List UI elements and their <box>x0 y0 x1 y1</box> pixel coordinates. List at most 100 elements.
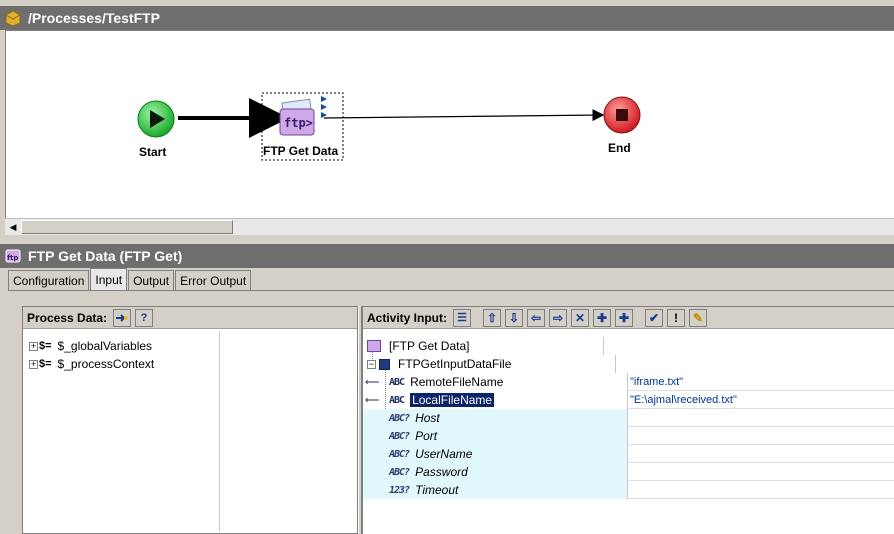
input-row-user-name[interactable]: ABC? UserName <box>363 445 627 463</box>
ftp-node-label[interactable]: FTP Get Data <box>263 144 338 158</box>
input-row-password[interactable]: ABC? Password <box>363 463 627 481</box>
tree-group-row[interactable]: − FTPGetInputDataFile <box>363 355 894 373</box>
input-row-timeout[interactable]: 123? Timeout <box>363 481 627 499</box>
tree-root-label: [FTP Get Data] <box>389 339 470 353</box>
map-variable-button[interactable] <box>113 308 132 327</box>
field-value-port[interactable] <box>627 427 894 445</box>
add-child-button[interactable]: ✚ <box>615 308 633 327</box>
input-row-local-file-name[interactable]: ⟵ ABC LocalFileName "E:\ajmal\received.t… <box>363 391 894 409</box>
field-name: RemoteFileName <box>410 375 504 389</box>
move-right-button[interactable]: ⇨ <box>549 308 567 327</box>
field-name: UserName <box>415 447 473 461</box>
field-name: Password <box>415 465 468 479</box>
field-value-remote-file-name[interactable]: "iframe.txt" <box>627 373 894 391</box>
root-value-cell <box>603 337 871 355</box>
start-node-icon <box>137 100 175 138</box>
host-value-row <box>627 409 894 427</box>
start-node-label[interactable]: Start <box>139 145 166 159</box>
move-left-button[interactable]: ⇦ <box>527 308 545 327</box>
expand-icon[interactable]: + <box>29 359 38 369</box>
group-icon <box>379 358 390 370</box>
tab-error-output[interactable]: Error Output <box>175 270 252 290</box>
string-type-icon: ABC <box>389 376 405 388</box>
arrow-left-icon: ⇦ <box>530 310 542 325</box>
collapse-icon[interactable]: − <box>367 359 376 369</box>
password-value-row <box>627 463 894 481</box>
process-diagram: ftp> <box>137 92 641 161</box>
field-name-selected: LocalFileName <box>410 393 495 407</box>
help-button[interactable]: ? <box>135 308 154 327</box>
field-value-timeout[interactable] <box>627 481 894 499</box>
mapping-arrow-icon: ⟵ <box>365 394 380 406</box>
pencil-icon: ✎ <box>692 310 704 325</box>
activity-tabs: Configuration Input Output Error Output <box>8 268 252 290</box>
add-button[interactable]: ✚ <box>593 308 611 327</box>
tree-item-process-context[interactable]: + $= $_processContext <box>29 356 154 372</box>
scrollbar-thumb[interactable] <box>21 220 233 234</box>
exclamation-icon: ! <box>674 310 678 325</box>
field-value-user-name[interactable] <box>627 445 894 463</box>
show-errors-button[interactable]: ! <box>667 308 685 327</box>
end-node-icon <box>603 96 641 134</box>
input-row-remote-file-name[interactable]: ⟵ ABC RemoteFileName "iframe.txt" <box>363 373 894 391</box>
user-name-value-row <box>627 445 894 463</box>
ftp-badge-text: ftp> <box>284 116 313 130</box>
tree-item-label: $_processContext <box>57 357 155 371</box>
validate-button[interactable]: ✔ <box>645 308 663 327</box>
port-value-row <box>627 427 894 445</box>
process-data-header: Process Data: ? <box>23 307 357 329</box>
checkmark-icon: ✔ <box>648 310 660 325</box>
question-icon: ? <box>140 311 148 324</box>
input-row-host[interactable]: ABC? Host <box>363 409 627 427</box>
ftp-node-ports-icon <box>321 96 327 118</box>
scroll-left-icon[interactable]: ◀ <box>7 221 19 233</box>
optional-string-type-icon: ABC? <box>389 430 410 442</box>
process-title: /Processes/TestFTP <box>28 10 161 26</box>
timeout-value-row <box>627 481 894 499</box>
field-value-password[interactable] <box>627 463 894 481</box>
list-icon: ☰ <box>457 312 467 324</box>
optional-integer-type-icon: 123? <box>389 484 410 496</box>
move-down-button[interactable]: ⇩ <box>505 308 523 327</box>
tab-output[interactable]: Output <box>128 270 175 290</box>
optional-string-type-icon: ABC? <box>389 448 410 460</box>
variable-icon: $= <box>39 340 52 352</box>
arrow-map-icon <box>116 313 129 322</box>
field-name: Timeout <box>415 483 459 497</box>
string-type-icon: ABC <box>389 394 405 406</box>
tree-item-global-variables[interactable]: + $= $_globalVariables <box>29 338 152 354</box>
input-row-port[interactable]: ABC? Port <box>363 427 627 445</box>
end-node-label[interactable]: End <box>608 141 631 155</box>
transition-ftp-to-end <box>323 109 605 122</box>
expand-icon[interactable]: + <box>29 341 38 351</box>
show-view-button[interactable]: ☰ <box>453 308 471 327</box>
delete-button[interactable]: ✕ <box>571 308 589 327</box>
tree-root-row[interactable]: [FTP Get Data] <box>363 337 894 355</box>
optional-string-type-icon: ABC? <box>389 412 410 424</box>
process-title-bar: /Processes/TestFTP <box>0 6 894 30</box>
field-name: Port <box>415 429 438 443</box>
arrow-down-icon: ⇩ <box>508 310 520 325</box>
arrow-right-icon: ⇨ <box>552 310 564 325</box>
canvas-horizontal-scrollbar[interactable]: ◀ <box>5 218 894 235</box>
field-value-local-file-name[interactable]: "E:\ajmal\received.txt" <box>627 391 894 409</box>
plus-child-icon: ✚ <box>618 310 630 325</box>
tab-input[interactable]: Input <box>90 268 128 290</box>
edit-button[interactable]: ✎ <box>689 308 707 327</box>
field-value-host[interactable] <box>627 409 894 427</box>
process-data-column-divider[interactable] <box>219 331 220 531</box>
process-folder-icon <box>4 9 22 27</box>
tree-item-label: $_globalVariables <box>57 339 153 353</box>
field-name: Host <box>415 411 440 425</box>
process-canvas[interactable]: ftp> Start FTP Get Data End <box>5 30 894 218</box>
arrow-up-icon: ⇧ <box>486 310 498 325</box>
plus-icon: ✚ <box>596 310 608 325</box>
ftp-activity-icon <box>367 340 381 352</box>
activity-title: FTP Get Data (FTP Get) <box>28 248 183 264</box>
tab-configuration[interactable]: Configuration <box>8 270 90 290</box>
group-value-cell <box>615 355 883 373</box>
activity-title-bar: ftp FTP Get Data (FTP Get) <box>0 244 894 268</box>
variable-icon: $= <box>39 358 52 370</box>
move-up-button[interactable]: ⇧ <box>483 308 501 327</box>
optional-string-type-icon: ABC? <box>389 466 410 478</box>
